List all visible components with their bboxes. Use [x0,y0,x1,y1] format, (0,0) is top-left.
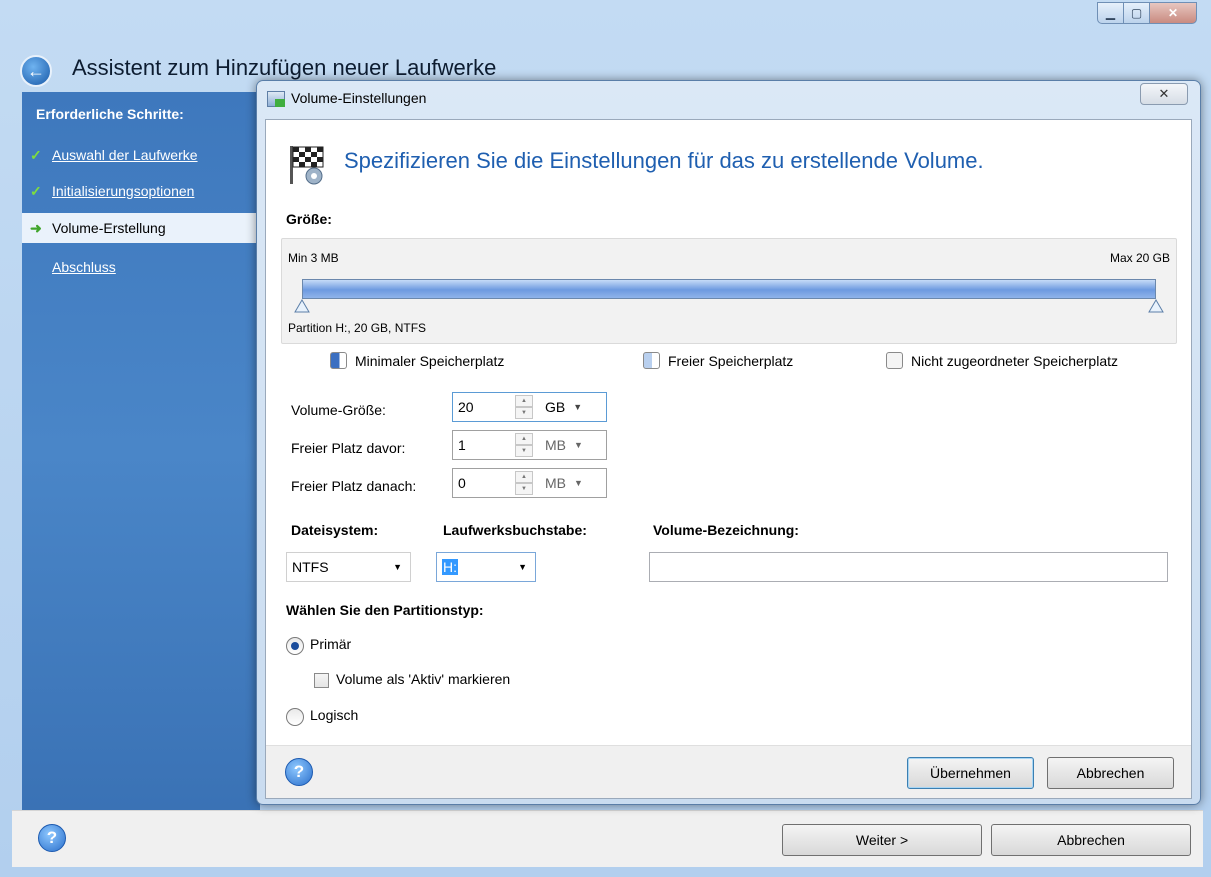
next-button[interactable]: Weiter > [782,824,982,856]
legend-min-label: Minimaler Speicherplatz [355,352,505,369]
free-after-stepper[interactable]: ▲ ▼ [515,471,533,495]
sidebar-item-label: Volume-Erstellung [52,220,166,236]
volume-settings-dialog: Volume-Einstellungen ✕ Spezifizieren Sie… [256,80,1201,805]
dialog-button-bar: ? Übernehmen Abbrechen [266,745,1191,798]
drive-letter-select[interactable]: H: ▼ [436,552,536,582]
spin-up-icon[interactable]: ▲ [515,471,533,483]
sidebar-item-label: Abschluss [52,259,116,275]
maximize-icon[interactable]: ▢ [1123,2,1150,24]
help-icon[interactable]: ? [285,758,313,786]
spin-up-icon[interactable]: ▲ [515,433,533,445]
sidebar-item-label: Auswahl der Laufwerke [52,147,198,163]
dialog-cancel-button[interactable]: Abbrechen [1047,757,1174,789]
size-min-label: Min 3 MB [288,251,339,265]
volume-size-field[interactable]: 20 ▲ ▼ GB ▼ [452,392,607,422]
legend-free-space: Freier Speicherplatz [643,352,793,369]
free-after-label: Freier Platz danach: [291,478,417,494]
size-label: Größe: [286,211,332,227]
legend-min-space: Minimaler Speicherplatz [330,352,504,369]
spin-up-icon[interactable]: ▲ [515,395,533,407]
caption-buttons: ▁ ▢ ✕ [1097,2,1197,24]
free-after-value: 0 [458,475,466,491]
volume-size-stepper[interactable]: ▲ ▼ [515,395,533,419]
sidebar-item-initialisierung[interactable]: ✓ Initialisierungsoptionen [22,176,260,206]
minimize-icon[interactable]: ▁ [1097,2,1124,24]
wizard-title: Assistent zum Hinzufügen neuer Laufwerke [72,55,497,80]
active-label[interactable]: Volume als 'Aktiv' markieren [336,671,510,687]
legend-min-swatch [330,352,347,369]
filesystem-value: NTFS [292,559,329,575]
sidebar: Erforderliche Schritte: ✓ Auswahl der La… [22,92,260,810]
size-max-label: Max 20 GB [1109,251,1170,265]
chevron-down-icon[interactable]: ▼ [574,440,583,450]
size-slider-left-handle[interactable] [294,299,310,313]
dialog-content: Spezifizieren Sie die Einstellungen für … [265,119,1192,799]
volume-size-label: Volume-Größe: [291,402,386,418]
drive-letter-value: H: [442,559,458,575]
back-arrow-icon[interactable]: ← [20,55,52,87]
chevron-down-icon[interactable]: ▼ [573,402,582,412]
active-checkbox[interactable] [314,673,329,688]
volume-label-label: Volume-Bezeichnung: [653,522,799,538]
checkmark-icon: ✓ [30,146,42,163]
free-before-label: Freier Platz davor: [291,440,406,456]
logical-label[interactable]: Logisch [310,707,358,723]
wizard-button-bar: ? Weiter > Abbrechen [12,810,1203,867]
free-after-field[interactable]: 0 ▲ ▼ MB ▼ [452,468,607,498]
sidebar-item-abschluss[interactable]: Abschluss [22,252,260,282]
volume-settings-icon [267,91,285,107]
free-before-unit[interactable]: MB [545,437,566,453]
sidebar-item-auswahl[interactable]: ✓ Auswahl der Laufwerke [22,140,260,170]
legend-free-label: Freier Speicherplatz [668,352,794,369]
spin-down-icon[interactable]: ▼ [515,407,533,419]
partition-type-label: Wählen Sie den Partitionstyp: [286,602,484,618]
chevron-down-icon[interactable]: ▼ [393,562,402,572]
close-icon[interactable]: ✕ [1149,2,1197,24]
cancel-button-label: Abbrechen [1057,832,1125,848]
drive-letter-label: Laufwerksbuchstabe: [443,522,587,538]
filesystem-label: Dateisystem: [291,522,379,538]
cancel-button[interactable]: Abbrechen [991,824,1191,856]
logical-radio[interactable] [286,708,304,726]
apply-button-label: Übernehmen [930,765,1011,781]
dialog-cancel-button-label: Abbrechen [1076,765,1145,781]
legend-unallocated: Nicht zugeordneter Speicherplatz [886,352,1118,369]
sidebar-item-label: Initialisierungsoptionen [52,183,195,199]
size-slider-fill [303,280,1155,298]
chevron-down-icon[interactable]: ▼ [518,562,527,572]
free-after-unit[interactable]: MB [545,475,566,491]
partition-caption: Partition H:, 20 GB, NTFS [288,321,427,335]
legend-unallocated-label: Nicht zugeordneter Speicherplatz [911,352,1119,369]
arrow-right-icon: ➜ [30,219,42,236]
primary-radio[interactable] [286,637,304,655]
volume-size-unit[interactable]: GB [545,399,565,415]
dialog-close-icon[interactable]: ✕ [1140,83,1188,105]
help-icon[interactable]: ? [38,824,66,852]
checkered-flag-icon [290,146,324,185]
size-slider-track[interactable] [302,279,1156,299]
volume-size-value: 20 [458,399,474,415]
checkmark-icon: ✓ [30,182,42,199]
legend-free-swatch [643,352,660,369]
chevron-down-icon[interactable]: ▼ [574,478,583,488]
filesystem-select[interactable]: NTFS ▼ [286,552,411,582]
free-before-value: 1 [458,437,466,453]
sidebar-heading: Erforderliche Schritte: [36,106,184,122]
sidebar-item-volume-erstellung: ➜ Volume-Erstellung [22,213,260,243]
volume-label-input[interactable] [649,552,1168,582]
spin-down-icon[interactable]: ▼ [515,483,533,495]
next-button-label: Weiter > [855,832,909,848]
free-before-field[interactable]: 1 ▲ ▼ MB ▼ [452,430,607,460]
spin-down-icon[interactable]: ▼ [515,445,533,457]
primary-label[interactable]: Primär [310,636,351,652]
free-before-stepper[interactable]: ▲ ▼ [515,433,533,457]
size-slider-right-handle[interactable] [1148,299,1164,313]
dialog-title: Volume-Einstellungen [291,90,427,106]
dialog-heading: Spezifizieren Sie die Einstellungen für … [344,148,984,173]
legend-unallocated-swatch [886,352,903,369]
apply-button[interactable]: Übernehmen [907,757,1034,789]
size-slider-panel: Min 3 MB Max 20 GB Partition H:, 20 GB, … [281,238,1177,344]
